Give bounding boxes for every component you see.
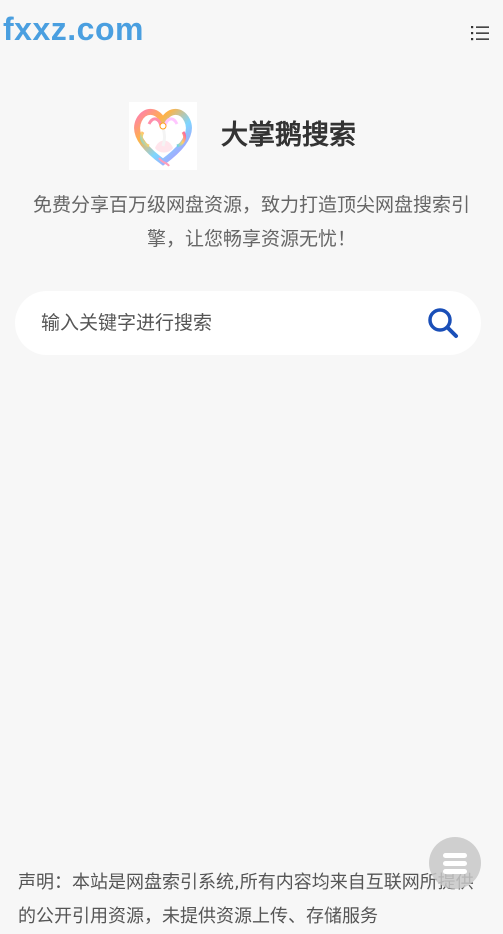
search-input[interactable] (41, 305, 411, 341)
top-bar: fxxz.com (0, 0, 503, 62)
brand-block: 大掌鹅搜索 (129, 102, 389, 172)
search-bar (15, 291, 481, 355)
disclaimer-text: 声明：本站是网盘索引系统,所有内容均来自互联网所提供的公开引用资源，未提供资源上… (18, 872, 474, 927)
search-icon[interactable] (425, 305, 461, 341)
menu-icon (443, 853, 467, 874)
brand-title: 大掌鹅搜索 (221, 120, 356, 151)
floating-menu-button[interactable] (429, 837, 481, 889)
swan-heart-logo (129, 102, 197, 170)
tagline: 免费分享百万级网盘资源，致力打造顶尖网盘搜索引擎，让您畅享资源无忧！ (32, 194, 470, 250)
list-menu-icon[interactable] (470, 24, 490, 42)
site-logo[interactable]: fxxz.com (3, 9, 144, 49)
